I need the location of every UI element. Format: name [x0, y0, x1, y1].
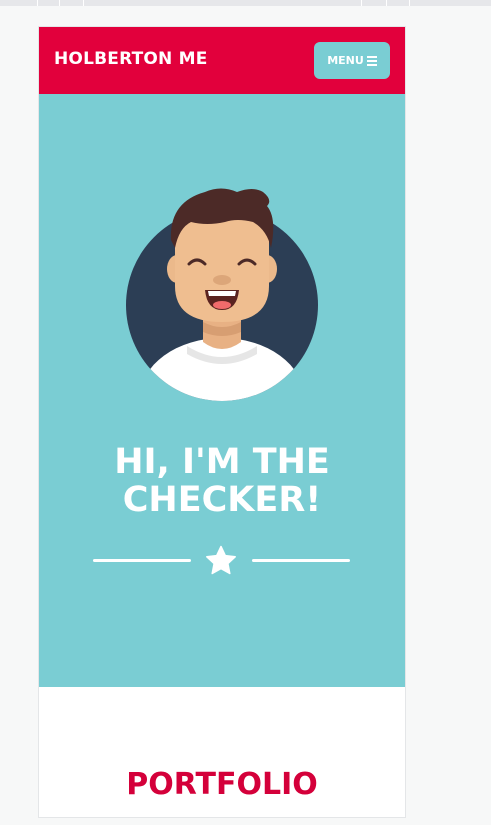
- divider-line-left: [93, 559, 191, 562]
- portfolio-title: PORTFOLIO: [126, 767, 318, 802]
- menu-button-label: MENU: [327, 54, 364, 67]
- hero-title-line1: HI, I'M THE: [114, 442, 330, 482]
- page-viewport: HOLBERTON ME MENU HI, I'M THE CHECKER! P…: [39, 27, 405, 817]
- star-icon: [206, 545, 236, 575]
- portfolio-section: PORTFOLIO: [39, 687, 405, 817]
- menu-button[interactable]: MENU: [314, 42, 390, 79]
- hero-title: HI, I'M THE CHECKER!: [39, 443, 405, 519]
- ruler-tick: [409, 0, 410, 6]
- bars-icon: [366, 56, 377, 66]
- ruler-tick: [59, 0, 60, 6]
- brand-link[interactable]: HOLBERTON ME: [54, 49, 208, 69]
- top-ruler: [0, 0, 491, 6]
- ruler-tick: [386, 0, 387, 6]
- divider-line-right: [252, 559, 350, 562]
- ruler-tick: [361, 0, 362, 6]
- ruler-tick: [83, 0, 84, 6]
- avatar: [126, 188, 318, 401]
- ruler-tick: [37, 0, 38, 6]
- navbar: HOLBERTON ME MENU: [39, 27, 405, 94]
- hero-title-line2: CHECKER!: [122, 480, 322, 520]
- hero-section: HI, I'M THE CHECKER!: [39, 94, 405, 687]
